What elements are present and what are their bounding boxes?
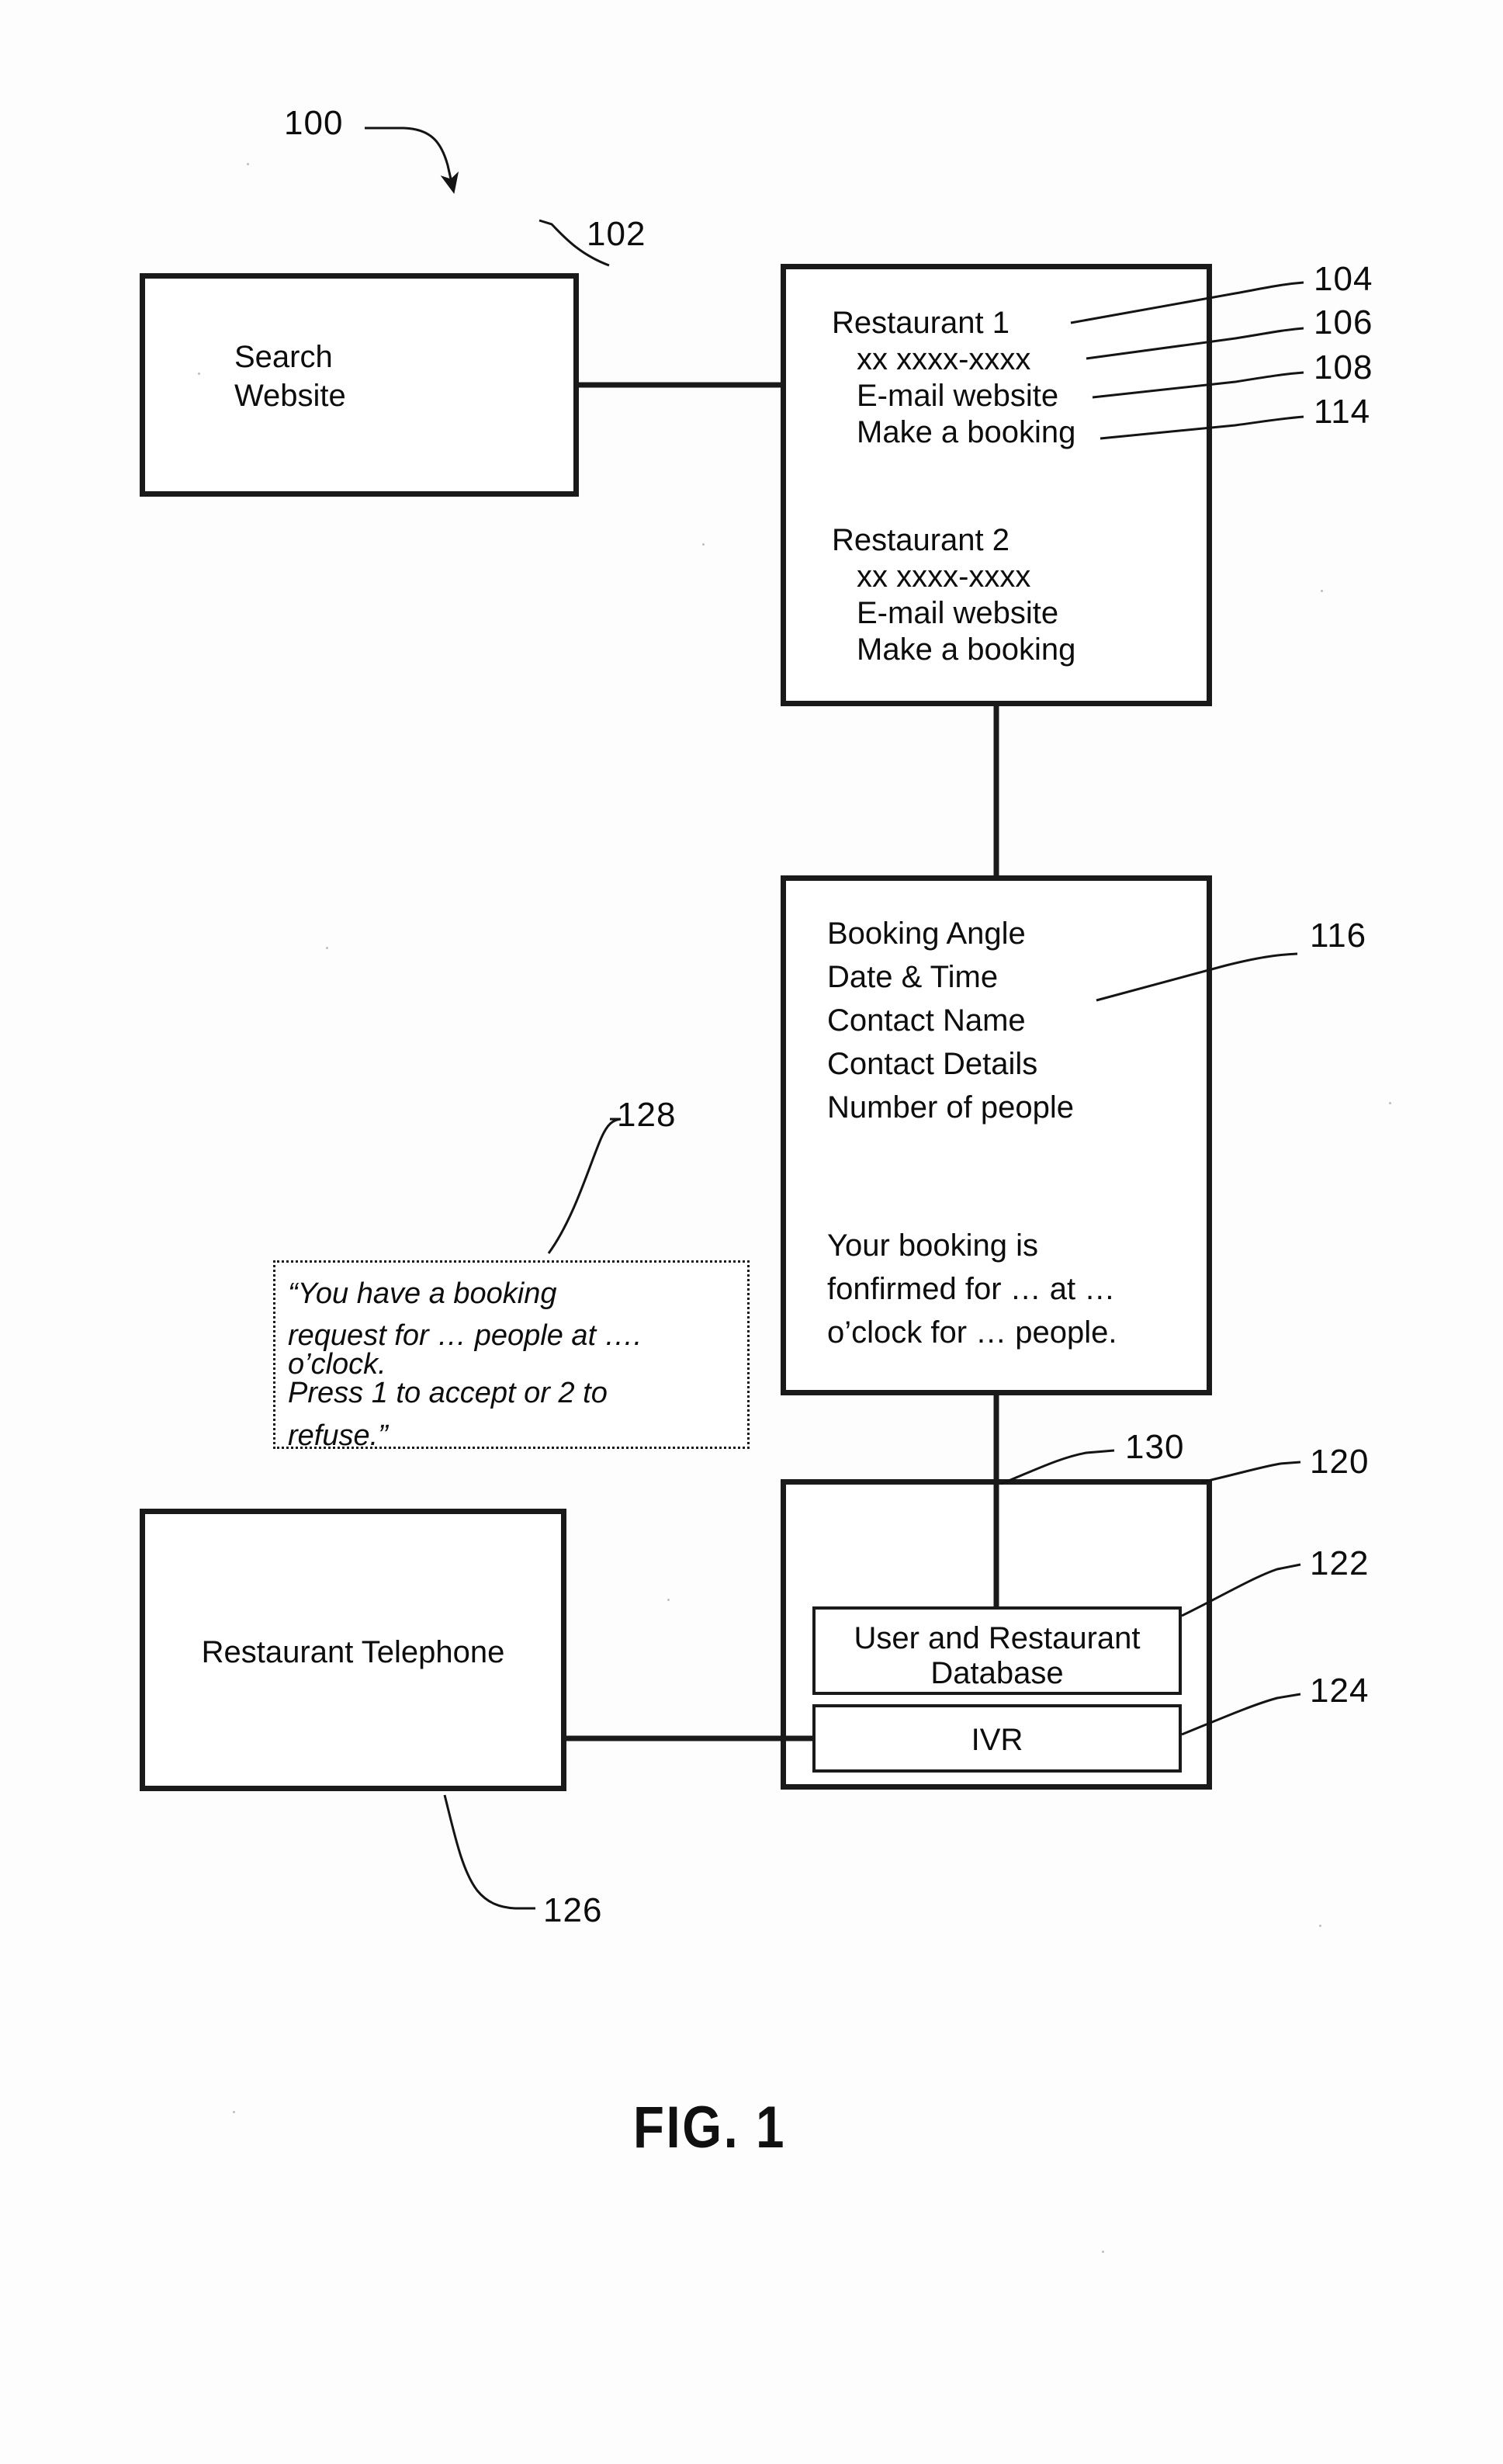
leader-128: [547, 1118, 622, 1254]
restaurant-1-email-link[interactable]: E-mail website: [857, 378, 1058, 414]
ref-122: 122: [1310, 1544, 1370, 1582]
ref-124: 124: [1310, 1672, 1370, 1710]
database-label-line2: Database: [930, 1656, 1064, 1690]
booking-field-contact-name: Contact Name: [827, 1003, 1026, 1038]
search-website-line1: Search: [234, 340, 333, 374]
booking-field-date-time: Date & Time: [827, 960, 999, 994]
booking-confirmation-line2: fonfirmed for … at …: [827, 1272, 1116, 1306]
ref-128: 128: [617, 1096, 677, 1134]
booking-confirmation-line1: Your booking is: [827, 1229, 1039, 1263]
scan-speck: [702, 543, 705, 546]
restaurant-1-make-booking-link[interactable]: Make a booking: [857, 414, 1075, 451]
restaurant-2-make-booking-link[interactable]: Make a booking: [857, 632, 1075, 668]
restaurant-2-email-link[interactable]: E-mail website: [857, 595, 1058, 632]
ivr-label: IVR: [971, 1723, 1023, 1757]
scan-speck: [198, 373, 200, 375]
restaurant-2-phone: xx xxxx-xxxx: [857, 560, 1031, 594]
search-website-line2: Website: [234, 379, 346, 413]
ref-104: 104: [1314, 260, 1373, 298]
scan-speck: [1389, 1102, 1391, 1104]
ref-130: 130: [1125, 1428, 1185, 1466]
ivr-script-line4: Press 1 to accept or 2 to: [288, 1377, 608, 1409]
ivr-script-line1: “You have a booking: [288, 1277, 557, 1310]
ref-100: 100: [284, 104, 344, 142]
scan-speck: [326, 947, 328, 949]
restaurant-2-name[interactable]: Restaurant 2: [832, 522, 1010, 559]
database-label-line1: User and Restaurant: [854, 1621, 1141, 1655]
scan-speck: [667, 1599, 670, 1601]
scan-speck: [1321, 590, 1323, 592]
ref-102: 102: [587, 215, 646, 253]
figure-caption: FIG. 1: [633, 2095, 787, 2161]
scan-speck: [247, 163, 249, 165]
booking-confirmation-line3: o’clock for … people.: [827, 1315, 1117, 1350]
scan-speck: [1319, 1925, 1321, 1927]
ref-120: 120: [1310, 1443, 1370, 1481]
ref-116: 116: [1310, 917, 1367, 955]
booking-field-number-of-people: Number of people: [827, 1090, 1074, 1125]
ref-114: 114: [1314, 393, 1371, 431]
scan-speck: [1102, 2251, 1104, 2253]
restaurant-telephone-label: Restaurant Telephone: [201, 1635, 505, 1669]
ref-126: 126: [543, 1891, 603, 1929]
ivr-script-line5: refuse.”: [288, 1419, 388, 1452]
ref-108: 108: [1314, 348, 1373, 386]
restaurant-1-name[interactable]: Restaurant 1: [832, 305, 1010, 341]
scan-speck: [233, 2111, 235, 2113]
booking-field-contact-details: Contact Details: [827, 1047, 1038, 1081]
leader-120: [1200, 1461, 1301, 1484]
leader-126: [443, 1794, 535, 1910]
search-website-box: [140, 273, 579, 497]
booking-field-booking-angle: Booking Angle: [827, 917, 1026, 951]
restaurant-1-phone: xx xxxx-xxxx: [857, 342, 1031, 376]
leader-100: [365, 126, 459, 194]
patent-figure-page: Search Website Restaurant 1 xx xxxx-xxxx…: [0, 0, 1503, 2464]
ref-106: 106: [1314, 303, 1373, 341]
